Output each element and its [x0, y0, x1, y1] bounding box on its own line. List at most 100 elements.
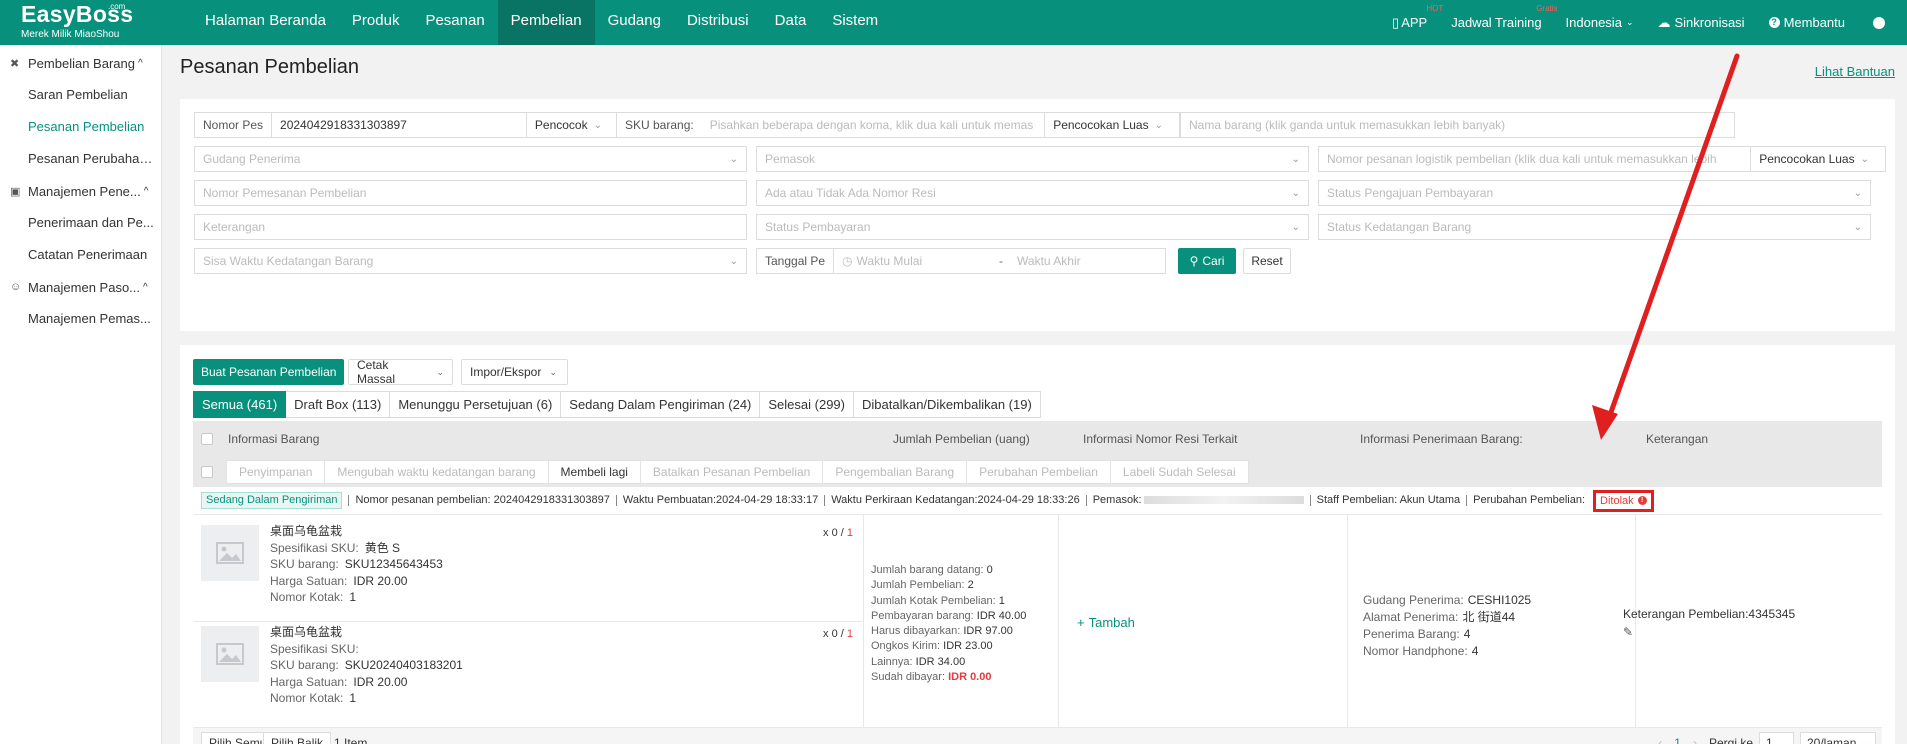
reset-button[interactable]: Reset [1243, 248, 1291, 274]
help-link[interactable]: Lihat Bantuan [1815, 64, 1895, 79]
warehouse-select[interactable]: Gudang Penerima ⌄ [194, 146, 747, 172]
logistics-number-filter[interactable]: Nomor pesanan logistik pembelian (klik d… [1318, 146, 1886, 172]
sync-button[interactable]: ☁ Sinkronisasi [1645, 15, 1756, 31]
search-button[interactable]: ⚲ Cari [1178, 248, 1236, 274]
chevron-down-icon: ⌄ [1291, 187, 1300, 199]
mobile-icon: ▯ [1392, 14, 1400, 30]
invert-selection-button[interactable]: Pilih Balik [263, 732, 332, 744]
nav-data[interactable]: Data [762, 0, 820, 45]
logo-com: .com [108, 2, 126, 11]
create-purchase-order-button[interactable]: Buat Pesanan Pembelian [193, 359, 345, 385]
start-date-input[interactable]: ◷ Waktu Mulai [833, 249, 993, 273]
tracking-select[interactable]: Ada atau Tidak Ada Nomor Resi ⌄ [756, 180, 1309, 206]
page-size-select[interactable]: 20/laman ⌄ [1800, 732, 1876, 744]
cancel-order-button[interactable]: Batalkan Pesanan Pembelian [641, 461, 824, 483]
payment-submission-select[interactable]: Status Pengajuan Pembayaran ⌄ [1318, 180, 1871, 206]
people-icon: ☺ [10, 281, 22, 293]
training-link[interactable]: Jadwal Training Gratis [1439, 4, 1557, 30]
product-image[interactable] [201, 626, 259, 682]
tab-pending-approval[interactable]: Menunggu Persetujuan (6) [390, 391, 562, 418]
sidebar-group-receiving[interactable]: ▣ Manajemen Pene... ^ [0, 175, 161, 207]
sidebar-item-change-order[interactable]: Pesanan Perubahan... [0, 143, 161, 175]
nav-orders[interactable]: Pesanan [412, 0, 497, 45]
sidebar-group-purchasing[interactable]: ✖ Pembelian Barang ^ [0, 47, 161, 79]
tab-completed[interactable]: Selesai (299) [760, 391, 854, 418]
nav-system[interactable]: Sistem [819, 0, 891, 45]
mark-completed-button[interactable]: Labeli Sudah Selesai [1111, 461, 1248, 483]
sidebar-item-purchase-suggestion[interactable]: Saran Pembelian [0, 79, 161, 111]
nav-home[interactable]: Halaman Beranda [192, 0, 339, 45]
purchase-order-number-input[interactable]: Nomor Pemesanan Pembelian [194, 180, 747, 206]
arrival-status-select[interactable]: Status Kedatangan Barang ⌄ [1318, 214, 1871, 240]
sidebar-group-suppliers[interactable]: ☺ Manajemen Paso... ^ [0, 271, 161, 303]
sidebar-item-purchase-order[interactable]: Pesanan Pembelian [0, 111, 161, 143]
next-page-icon[interactable]: › [1693, 736, 1697, 744]
end-date-input[interactable]: Waktu Akhir [1009, 254, 1165, 268]
question-icon: ? [1768, 17, 1780, 28]
payment-status-select[interactable]: Status Pembayaran ⌄ [756, 214, 1309, 240]
sku-match-select[interactable]: Pencocokan Luas ⌄ [1044, 113, 1179, 137]
add-tracking-link[interactable]: + Tambah [1077, 615, 1135, 630]
tab-in-transit[interactable]: Sedang Dalam Pengiriman (24) [561, 391, 761, 418]
training-label: Jadwal Training [1451, 15, 1542, 30]
quantity: x 0 / 1 [823, 628, 853, 640]
sidebar-item-supplier-management[interactable]: Manajemen Pemas... [0, 303, 161, 335]
summary-label: Ongkos Kirim: [871, 640, 941, 653]
change-purchase-button[interactable]: Perubahan Pembelian [967, 461, 1111, 483]
logistics-number-input[interactable]: Nomor pesanan logistik pembelian (klik d… [1319, 152, 1750, 166]
main-content: Pesanan Pembelian Lihat Bantuan Nomor Pe… [162, 45, 1907, 744]
prev-page-icon[interactable]: ‹ [1658, 736, 1662, 744]
summary-value: 0 [986, 564, 993, 576]
import-export-dropdown[interactable]: Impor/Ekspor ⌄ [461, 359, 568, 385]
order-number-match-select[interactable]: Pencocok ⌄ [525, 113, 618, 137]
app-link[interactable]: ▯ APP HOT [1380, 4, 1443, 31]
nav-purchasing[interactable]: Pembelian [497, 0, 595, 45]
logistics-match-select[interactable]: Pencocokan Luas ⌄ [1750, 147, 1885, 171]
edit-icon[interactable]: ✎ [1623, 625, 1795, 639]
buy-again-button[interactable]: Membeli lagi [548, 461, 641, 483]
sidebar-item-receiving-records[interactable]: Catatan Penerimaan [0, 239, 161, 271]
goto-page-input[interactable]: 1 [1759, 732, 1794, 744]
remarks-input[interactable]: Keterangan [194, 214, 747, 240]
qty-separator: / [840, 628, 844, 640]
tab-cancelled[interactable]: Dibatalkan/Dikembalikan (19) [854, 391, 1041, 418]
select-all-checkbox[interactable] [201, 433, 213, 445]
order-number-filter[interactable]: Nomor Pes 2024042918331303897 Pencocok ⌄ [194, 112, 619, 138]
purchase-change: Perubahan Pembelian: [1466, 495, 1591, 506]
tab-draft[interactable]: Draft Box (113) [286, 391, 391, 418]
nav-products[interactable]: Produk [339, 0, 413, 45]
rejected-status[interactable]: Ditolak ! [1593, 489, 1654, 512]
product-image[interactable] [201, 525, 259, 581]
language-select[interactable]: Indonesia ⌄ [1554, 15, 1646, 30]
sku-input[interactable]: Pisahkan beberapa dengan koma, klik dua … [702, 118, 1044, 132]
order-number-input[interactable]: 2024042918331303897 [271, 113, 526, 137]
bulk-print-dropdown[interactable]: Cetak Massal ⌄ [348, 358, 453, 386]
chevron-down-icon: ⌄ [1625, 17, 1634, 27]
product-name-input[interactable]: Nama barang (klik ganda untuk memasukkan… [1180, 112, 1735, 138]
receive-value: 北 街道44 [1462, 610, 1516, 624]
chevron-up-icon: ^ [143, 185, 149, 197]
product-name[interactable]: 桌面乌龟盆栽 [270, 523, 443, 540]
summary-value: 2 [967, 579, 974, 592]
sku-filter[interactable]: SKU barang: Pisahkan beberapa dengan kom… [616, 112, 1180, 138]
remaining-time-select[interactable]: Sisa Waktu Kedatangan Barang ⌄ [194, 248, 747, 274]
nav-distribution[interactable]: Distribusi [674, 0, 762, 45]
free-badge: Gratis [1536, 4, 1558, 13]
date-range-filter[interactable]: Tanggal Pe ◷ Waktu Mulai - Waktu Akhir [756, 248, 1166, 274]
date-separator: - [999, 254, 1004, 268]
help-button[interactable]: ? Membantu [1757, 15, 1853, 30]
return-goods-button[interactable]: Pengembalian Barang [823, 461, 968, 483]
tab-all[interactable]: Semua (461) [193, 391, 287, 418]
spec-label: Spesifikasi SKU: [270, 540, 359, 555]
match-label: Pencocokan Luas [1759, 152, 1855, 166]
supplier-select[interactable]: Pemasok ⌄ [756, 146, 1309, 172]
nav-warehouse[interactable]: Gudang [595, 0, 674, 45]
change-arrival-time-button[interactable]: Mengubah waktu kedatangan barang [325, 461, 549, 483]
page-number[interactable]: 1 [1674, 736, 1681, 744]
user-avatar[interactable] [1853, 16, 1907, 29]
product-name[interactable]: 桌面乌龟盆栽 [270, 624, 463, 641]
logo[interactable]: EasyBoss .com Merek Milik MiaoShou [21, 2, 141, 42]
sidebar-item-receiving[interactable]: Penerimaan dan Pe... [0, 207, 161, 239]
row-checkbox[interactable] [201, 466, 213, 478]
store-button[interactable]: Penyimpanan [227, 461, 326, 483]
